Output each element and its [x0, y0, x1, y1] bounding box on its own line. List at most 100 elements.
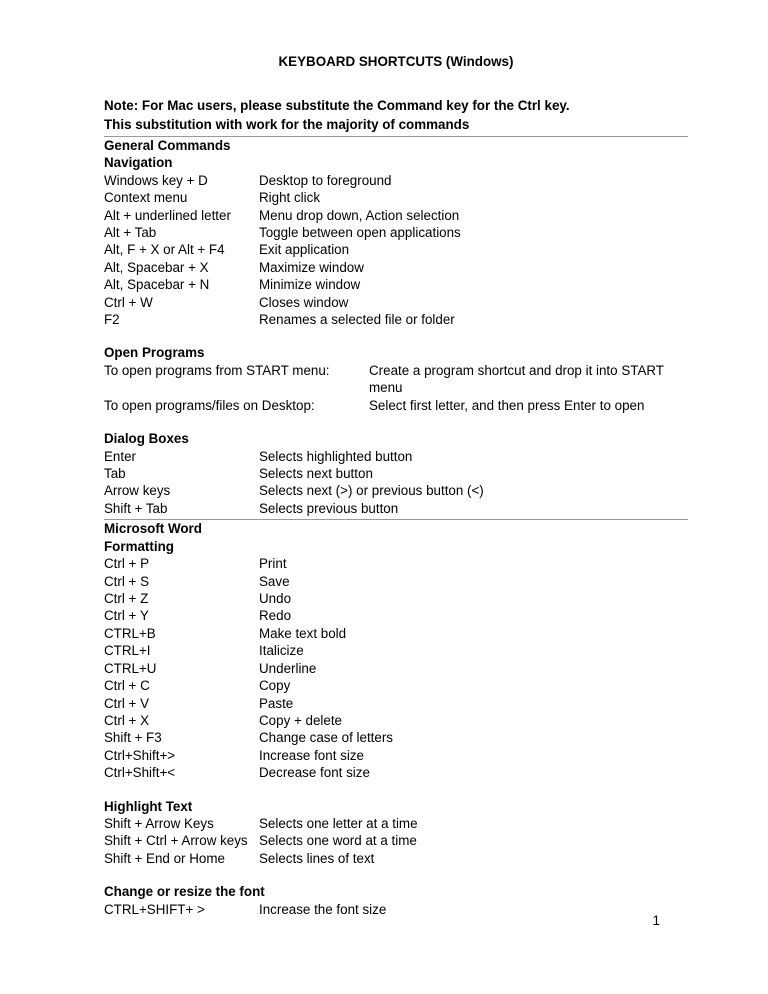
shortcut-key: To open programs from START menu: [104, 362, 369, 397]
shortcut-description: Decrease font size [259, 764, 688, 781]
shortcut-key: CTRL+SHIFT+ > [104, 901, 259, 918]
shortcut-row: Shift + End or HomeSelects lines of text [104, 850, 688, 867]
shortcut-row: Alt, Spacebar + NMinimize window [104, 276, 688, 293]
shortcut-row: CTRL+UUnderline [104, 660, 688, 677]
shortcut-key: Shift + F3 [104, 729, 259, 746]
shortcut-key: Context menu [104, 189, 259, 206]
shortcut-description: Copy + delete [259, 712, 688, 729]
shortcut-description: Selects one word at a time [259, 832, 688, 849]
shortcut-key: Ctrl + C [104, 677, 259, 694]
shortcut-description: Increase font size [259, 747, 688, 764]
shortcut-key: CTRL+I [104, 642, 259, 659]
shortcut-key: Alt, Spacebar + N [104, 276, 259, 293]
shortcut-key: CTRL+B [104, 625, 259, 642]
shortcut-row: Ctrl + VPaste [104, 695, 688, 712]
shortcut-key: Ctrl + X [104, 712, 259, 729]
shortcut-row: Ctrl + WCloses window [104, 294, 688, 311]
shortcut-key: Ctrl + Z [104, 590, 259, 607]
shortcut-description: Increase the font size [259, 901, 688, 918]
shortcut-key: CTRL+U [104, 660, 259, 677]
shortcut-row: To open programs/files on Desktop:Select… [104, 397, 688, 414]
shortcut-row: CTRL+BMake text bold [104, 625, 688, 642]
shortcut-description: Renames a selected file or folder [259, 311, 688, 328]
shortcut-description: Minimize window [259, 276, 688, 293]
shortcut-description: Copy [259, 677, 688, 694]
shortcut-description: Save [259, 573, 688, 590]
section-heading: Open Programs [104, 344, 688, 361]
shortcut-key: Tab [104, 465, 259, 482]
shortcut-key: F2 [104, 311, 259, 328]
shortcut-row: Context menuRight click [104, 189, 688, 206]
note-line-2: This substitution with work for the majo… [104, 116, 688, 133]
shortcut-key: Alt + Tab [104, 224, 259, 241]
shortcut-row: F2Renames a selected file or folder [104, 311, 688, 328]
shortcut-description: Redo [259, 607, 688, 624]
shortcut-key: Ctrl + P [104, 555, 259, 572]
page-number: 1 [653, 913, 660, 928]
shortcut-key: Ctrl + W [104, 294, 259, 311]
section-subheading: Formatting [104, 538, 688, 555]
shortcut-key: To open programs/files on Desktop: [104, 397, 369, 414]
shortcut-row: Shift + Ctrl + Arrow keysSelects one wor… [104, 832, 688, 849]
shortcut-description: Right click [259, 189, 688, 206]
shortcut-key: Alt, Spacebar + X [104, 259, 259, 276]
shortcut-key: Shift + Ctrl + Arrow keys [104, 832, 259, 849]
shortcut-description: Italicize [259, 642, 688, 659]
section-heading: Microsoft Word [104, 520, 688, 537]
shortcut-list: EnterSelects highlighted buttonTabSelect… [104, 448, 688, 518]
shortcut-row: Alt + TabToggle between open application… [104, 224, 688, 241]
shortcut-key: Windows key + D [104, 172, 259, 189]
shortcut-key: Ctrl+Shift+< [104, 764, 259, 781]
shortcut-row: Shift + Arrow KeysSelects one letter at … [104, 815, 688, 832]
shortcut-key: Alt + underlined letter [104, 207, 259, 224]
shortcut-row: Ctrl+Shift+>Increase font size [104, 747, 688, 764]
shortcut-row: Arrow keysSelects next (>) or previous b… [104, 482, 688, 499]
shortcut-row: Ctrl + SSave [104, 573, 688, 590]
shortcut-key: Ctrl + S [104, 573, 259, 590]
shortcut-row: To open programs from START menu:Create … [104, 362, 688, 397]
document-page: KEYBOARD SHORTCUTS (Windows) Note: For M… [0, 0, 768, 958]
shortcut-list: Shift + Arrow KeysSelects one letter at … [104, 815, 688, 867]
shortcut-list: CTRL+SHIFT+ >Increase the font size [104, 901, 688, 918]
shortcut-row: Windows key + DDesktop to foreground [104, 172, 688, 189]
shortcut-description: Selects lines of text [259, 850, 688, 867]
shortcut-key: Shift + End or Home [104, 850, 259, 867]
shortcut-description: Paste [259, 695, 688, 712]
shortcut-description: Selects highlighted button [259, 448, 688, 465]
section-heading: Highlight Text [104, 798, 688, 815]
shortcut-description: Selects next button [259, 465, 688, 482]
shortcut-key: Ctrl + Y [104, 607, 259, 624]
section-subheading: Navigation [104, 154, 688, 171]
shortcut-key: Arrow keys [104, 482, 259, 499]
shortcut-row: CTRL+SHIFT+ >Increase the font size [104, 901, 688, 918]
shortcut-row: Ctrl + XCopy + delete [104, 712, 688, 729]
shortcut-row: Ctrl + YRedo [104, 607, 688, 624]
shortcut-description: Toggle between open applications [259, 224, 688, 241]
shortcut-row: Ctrl+Shift+<Decrease font size [104, 764, 688, 781]
shortcut-list: To open programs from START menu:Create … [104, 362, 688, 414]
shortcut-key: Enter [104, 448, 259, 465]
shortcut-description: Create a program shortcut and drop it in… [369, 362, 688, 397]
shortcut-description: Closes window [259, 294, 688, 311]
section-heading: Change or resize the font [104, 883, 688, 900]
shortcut-description: Maximize window [259, 259, 688, 276]
shortcut-key: Shift + Arrow Keys [104, 815, 259, 832]
shortcut-row: EnterSelects highlighted button [104, 448, 688, 465]
shortcut-description: Make text bold [259, 625, 688, 642]
shortcut-row: Alt + underlined letterMenu drop down, A… [104, 207, 688, 224]
shortcut-row: Alt, F + X or Alt + F4Exit application [104, 241, 688, 258]
shortcut-description: Selects next (>) or previous button (<) [259, 482, 688, 499]
shortcut-description: Change case of letters [259, 729, 688, 746]
shortcut-list: Ctrl + PPrintCtrl + SSaveCtrl + ZUndoCtr… [104, 555, 688, 781]
shortcut-description: Underline [259, 660, 688, 677]
shortcut-row: CTRL+IItalicize [104, 642, 688, 659]
shortcut-description: Selects one letter at a time [259, 815, 688, 832]
shortcut-description: Desktop to foreground [259, 172, 688, 189]
shortcut-row: Shift + F3Change case of letters [104, 729, 688, 746]
shortcut-key: Ctrl + V [104, 695, 259, 712]
note-line-1: Note: For Mac users, please substitute t… [104, 97, 688, 114]
shortcut-key: Ctrl+Shift+> [104, 747, 259, 764]
section-heading: General Commands [104, 137, 688, 154]
shortcut-key: Shift + Tab [104, 500, 259, 517]
shortcut-description: Exit application [259, 241, 688, 258]
